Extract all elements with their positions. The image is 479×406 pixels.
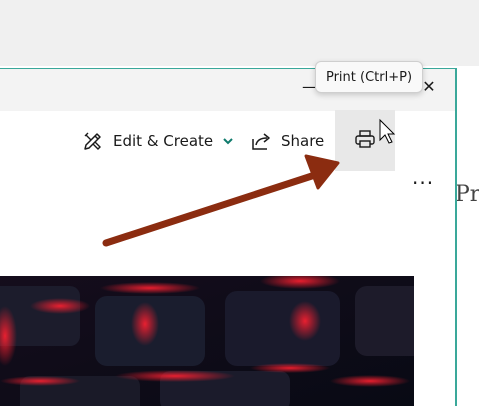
edit-create-icon xyxy=(82,130,104,152)
print-button[interactable] xyxy=(335,110,395,171)
chevron-down-icon xyxy=(222,136,234,146)
edit-create-button[interactable]: Edit & Create xyxy=(82,111,234,171)
more-options-button[interactable]: ··· xyxy=(412,153,434,213)
share-label: Share xyxy=(281,132,325,150)
background-document-text: Pr xyxy=(455,182,479,207)
share-icon xyxy=(250,130,272,152)
share-button[interactable]: Share xyxy=(250,111,324,171)
edit-create-label: Edit & Create xyxy=(113,132,214,150)
keyboard-photo xyxy=(0,276,414,406)
background-app-bar xyxy=(0,0,479,66)
photos-app-window: — ✕ Edit & Create Share ··· xyxy=(0,68,457,406)
printer-icon xyxy=(354,128,376,154)
print-tooltip: Print (Ctrl+P) xyxy=(315,61,423,93)
